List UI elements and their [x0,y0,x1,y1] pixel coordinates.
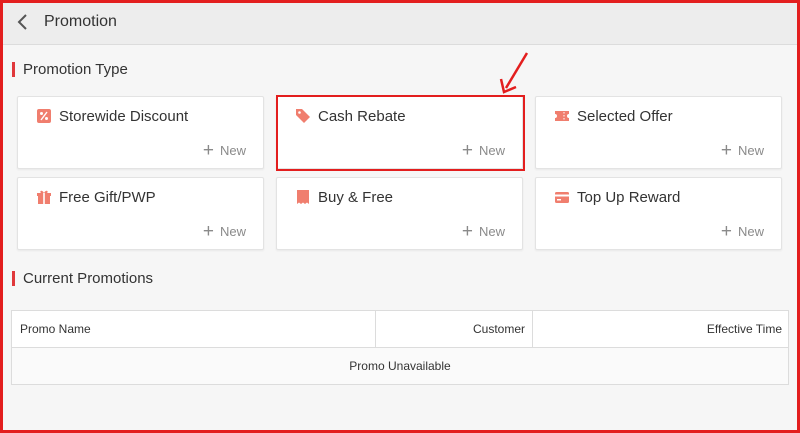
column-customer: Customer [375,311,532,348]
plus-icon: + [461,140,473,161]
ticket-icon [555,111,569,121]
top-bar: Promotion [0,0,800,45]
promotion-type-label: Promotion Type [23,61,128,78]
card-label: Free Gift/PWP [59,189,156,206]
gift-icon [37,190,51,204]
card-free-gift-pwp[interactable]: Free Gift/PWP + New [17,177,264,250]
card-storewide-discount[interactable]: Storewide Discount + New [17,96,264,169]
new-button[interactable]: + New [461,221,505,242]
card-label: Top Up Reward [577,189,681,206]
new-button[interactable]: + New [720,140,764,161]
card-cash-rebate[interactable]: Cash Rebate + New [276,96,523,169]
plus-icon: + [202,140,214,161]
plus-icon: + [720,140,732,161]
annotation-arrow-icon [499,52,529,94]
new-button[interactable]: + New [461,140,505,161]
card-label: Cash Rebate [318,108,406,125]
receipt-icon [297,190,309,204]
back-arrow-icon[interactable] [14,12,34,32]
plus-icon: + [461,221,473,242]
card-label: Buy & Free [318,189,394,206]
new-button[interactable]: + New [720,221,764,242]
card-buy-and-free[interactable]: Buy & Free + New [276,177,523,250]
card-selected-offer[interactable]: Selected Offer + New [535,96,782,169]
new-button[interactable]: + New [202,221,246,242]
promotion-type-heading: Promotion Type [12,61,128,78]
promotions-table: Promo Name Customer Effective Time Promo… [11,310,789,385]
column-effective-time: Effective Time [532,311,790,348]
current-promotions-label: Current Promotions [23,270,154,287]
current-promotions-heading: Current Promotions [12,270,153,287]
plus-icon: + [202,221,214,242]
section-accent-bar [12,62,15,77]
card-label: Selected Offer [577,108,673,125]
card-top-up-reward[interactable]: Top Up Reward + New [535,177,782,250]
price-tag-icon [296,109,310,123]
page-title: Promotion [44,13,117,30]
table-header: Promo Name Customer Effective Time [12,311,788,348]
card-label: Storewide Discount [59,108,189,125]
new-button[interactable]: + New [202,140,246,161]
card-icon [555,192,569,203]
empty-state: Promo Unavailable [349,359,451,373]
section-accent-bar [12,271,15,286]
plus-icon: + [720,221,732,242]
column-promo-name: Promo Name [20,322,91,336]
percent-tag-icon [37,109,51,123]
